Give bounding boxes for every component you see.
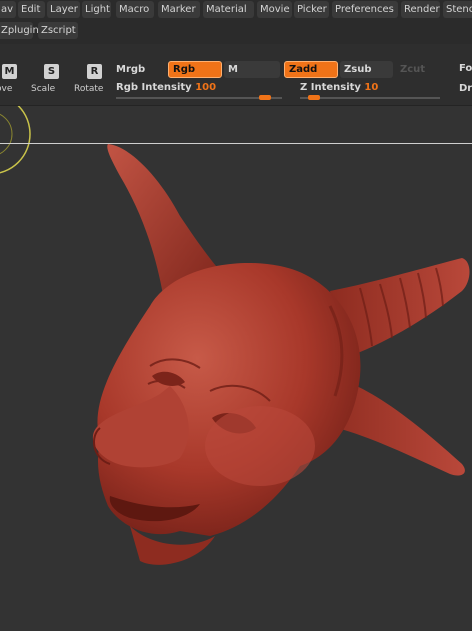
rgb-intensity-label: Rgb Intensity [116,82,192,93]
shelf-divider [0,143,472,144]
z-intensity-knob[interactable] [308,95,320,100]
menu-item-marker[interactable]: Marker [158,1,200,18]
menu-item-picker[interactable]: Picker [294,1,329,18]
rgb-button[interactable]: Rgb [168,61,222,78]
focal-shift-label[interactable]: Fo [455,60,472,77]
scale-icon: S [44,64,59,79]
menu-item-draw[interactable]: av [0,1,16,18]
z-intensity-label: Z Intensity [300,82,361,93]
scale-label: Scale [31,84,56,94]
scale-tool[interactable]: S Scale [29,64,73,100]
menu-item-material[interactable]: Material [203,1,254,18]
menu-item-light[interactable]: Light [82,1,111,18]
menu-item-macro[interactable]: Macro [116,1,154,18]
sculpt-viewport[interactable] [0,94,472,627]
mrgb-button[interactable]: Mrgb [112,61,164,78]
rgb-intensity-slider[interactable]: Rgb Intensity 100 [116,81,216,95]
menu-item-zscript[interactable]: Zscript [38,22,78,39]
top-toolbar: M ove S Scale R Rotate Mrgb Rgb M Zadd Z… [0,44,472,106]
menu-item-zplugin[interactable]: Zplugin [0,22,39,39]
menu-item-render[interactable]: Render [401,1,440,18]
menu-item-preferences[interactable]: Preferences [332,1,398,18]
zsub-button[interactable]: Zsub [340,61,393,78]
menu-item-edit[interactable]: Edit [18,1,45,18]
rotate-tool[interactable]: R Rotate [72,64,116,100]
z-intensity-value: 10 [364,82,379,93]
zadd-button[interactable]: Zadd [284,61,338,78]
move-icon: M [2,64,17,79]
document-canvas[interactable] [0,94,472,627]
m-button[interactable]: M [224,61,280,78]
menu-item-stencil[interactable]: Stenc [443,1,472,18]
menu-bar: av Edit Layer Light Macro Marker Materia… [0,0,472,44]
menu-item-layer[interactable]: Layer [47,1,80,18]
rgb-intensity-knob[interactable] [259,95,272,100]
move-label: ove [0,84,13,94]
z-intensity-slider[interactable]: Z Intensity 10 [300,81,378,95]
rgb-intensity-value: 100 [195,82,217,93]
rotate-icon: R [87,64,102,79]
draw-size-label[interactable]: Dr [455,80,472,97]
rgb-intensity-track[interactable] [116,97,282,99]
brush-cursor-icon [0,94,31,174]
menu-item-movie[interactable]: Movie [257,1,292,18]
z-intensity-track[interactable] [300,97,440,99]
rotate-label: Rotate [74,84,104,94]
demon-head-model [92,144,470,565]
zcut-button[interactable]: Zcut [396,61,446,78]
